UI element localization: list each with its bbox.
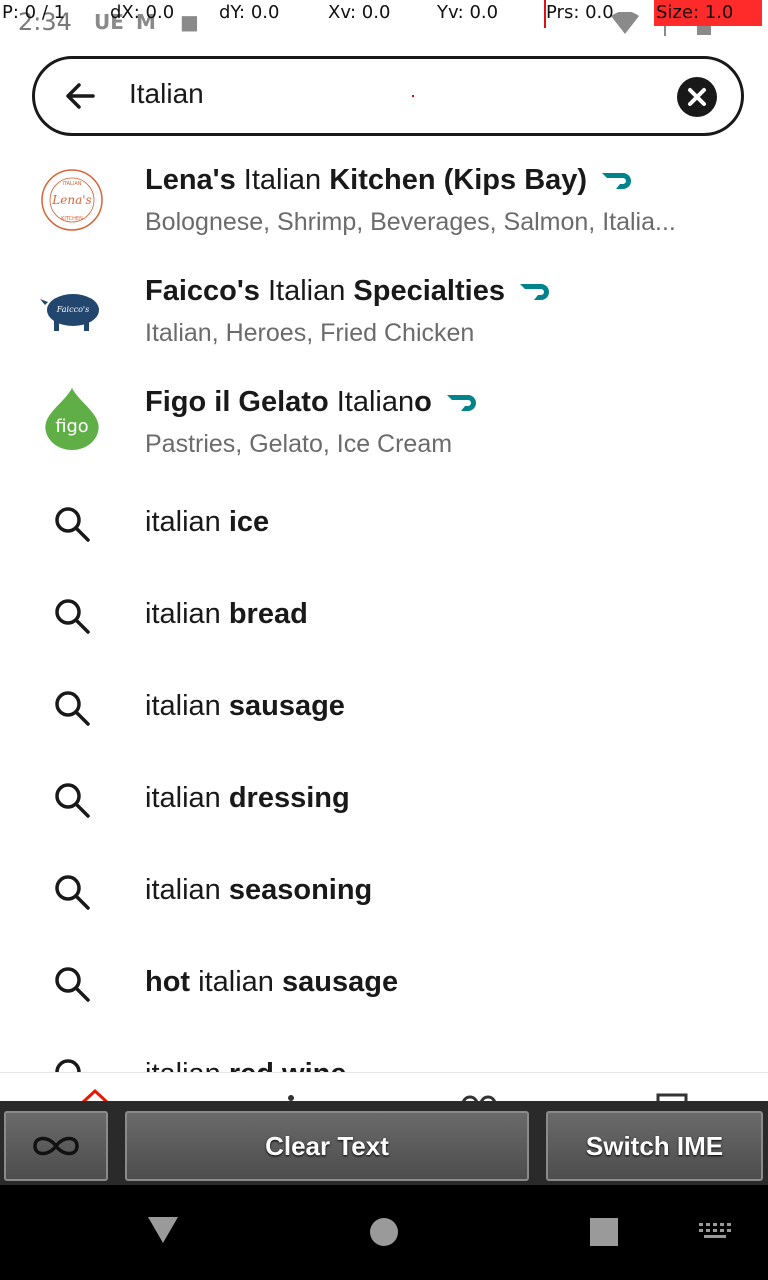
store-tags: Italian, Heroes, Fried Chicken — [145, 319, 475, 347]
suggestion-text: italian ice — [145, 506, 270, 538]
suggestion-text: hot italian sausage — [145, 966, 399, 998]
arrow-left-icon[interactable] — [61, 76, 101, 116]
clear-search-button[interactable] — [677, 77, 717, 117]
switch-ime-button[interactable]: Switch IME — [546, 1111, 763, 1181]
suggestion-text: italian seasoning — [145, 874, 373, 906]
search-suggestion[interactable]: italian bread — [0, 570, 768, 662]
circle-home-icon[interactable] — [368, 1216, 400, 1248]
pointer-dx: dX: 0.0 — [110, 2, 175, 23]
suggestion-text: italian sausage — [145, 690, 345, 722]
infinity-icon — [33, 1136, 79, 1156]
store-result-faiccos[interactable]: Faicco's Faicco's Italian Specialties It… — [0, 261, 768, 371]
search-icon — [55, 1059, 81, 1072]
store-result-lenas[interactable]: Lena's ITALIAN KITCHEN Lena's Italian Ki… — [0, 150, 768, 260]
store-tags: Bolognese, Shrimp, Beverages, Salmon, It… — [145, 208, 676, 236]
suggestion-clip: italian red wine — [0, 1040, 768, 1072]
wifi-icon — [611, 12, 639, 34]
status-bar: 2:34 UE M ■ P: 0 / 1 dX: 0.0 dY: 0.0 Xv:… — [0, 0, 768, 40]
square-recents-icon[interactable] — [589, 1217, 619, 1247]
ime-toolbar: Clear Text Switch IME — [0, 1101, 768, 1185]
svg-text:ITALIAN: ITALIAN — [63, 181, 82, 187]
cursor-dot — [412, 95, 414, 97]
clear-text-button[interactable]: Clear Text — [125, 1111, 529, 1181]
svg-text:Lena's: Lena's — [51, 193, 91, 207]
search-suggestion[interactable]: italian red wine — [0, 1040, 768, 1072]
search-icon — [55, 691, 90, 726]
svg-text:KITCHEN: KITCHEN — [61, 216, 83, 222]
svg-text:figo: figo — [55, 417, 88, 437]
suggestion-text: italian dressing — [145, 782, 350, 814]
store-name: Faicco's Italian Specialties — [145, 275, 553, 308]
store-name: Lena's Italian Kitchen (Kips Bay) — [145, 164, 635, 197]
car-icon: ■ — [180, 10, 199, 34]
store-logo-lenas: Lena's ITALIAN KITCHEN — [41, 169, 103, 231]
pointer-xv: Xv: 0.0 — [328, 2, 391, 23]
app-bottom-nav — [0, 1072, 768, 1105]
search-icon — [55, 967, 90, 1002]
svg-text:Faicco's: Faicco's — [56, 305, 89, 314]
pointer-yv: Yv: 0.0 — [437, 2, 499, 23]
close-icon — [688, 88, 706, 106]
store-tags: Pastries, Gelato, Ice Cream — [145, 430, 453, 458]
dashpass-icon — [519, 284, 549, 301]
search-suggestion[interactable]: italian sausage — [0, 662, 768, 754]
search-input[interactable]: Italian — [129, 78, 204, 110]
store-result-figo[interactable]: figo Figo il Gelato Italiano Pastries, G… — [0, 372, 768, 482]
pointer-pressure: Prs: 0.0 — [546, 2, 614, 23]
search-icon — [55, 783, 90, 818]
dashpass-icon — [446, 395, 476, 412]
store-name: Figo il Gelato Italiano — [145, 386, 480, 419]
system-nav-bar — [0, 1185, 768, 1280]
pointer-count: P: 0 / 1 — [2, 2, 66, 23]
search-icon — [55, 875, 90, 910]
store-logo-figo: figo — [45, 387, 99, 450]
pointer-dy: dY: 0.0 — [219, 2, 280, 23]
suggestion-text: italian red wine — [145, 1058, 347, 1072]
triangle-back-icon[interactable] — [146, 1215, 180, 1245]
dashpass-icon — [602, 173, 632, 190]
store-logo-faiccos: Faicco's — [40, 294, 99, 331]
infinity-button[interactable] — [4, 1111, 108, 1181]
search-suggestion[interactable]: italian seasoning — [0, 846, 768, 938]
search-icon — [55, 507, 90, 542]
suggestion-text: italian bread — [145, 598, 308, 630]
keyboard-icon[interactable] — [698, 1221, 732, 1243]
search-suggestion[interactable]: italian ice — [0, 478, 768, 570]
search-suggestion[interactable]: italian dressing — [0, 754, 768, 846]
pointer-size: Size: 1.0 — [656, 2, 734, 23]
search-bar[interactable]: Italian — [32, 56, 744, 136]
search-suggestion[interactable]: hot italian sausage — [0, 938, 768, 1030]
search-icon — [55, 599, 90, 634]
